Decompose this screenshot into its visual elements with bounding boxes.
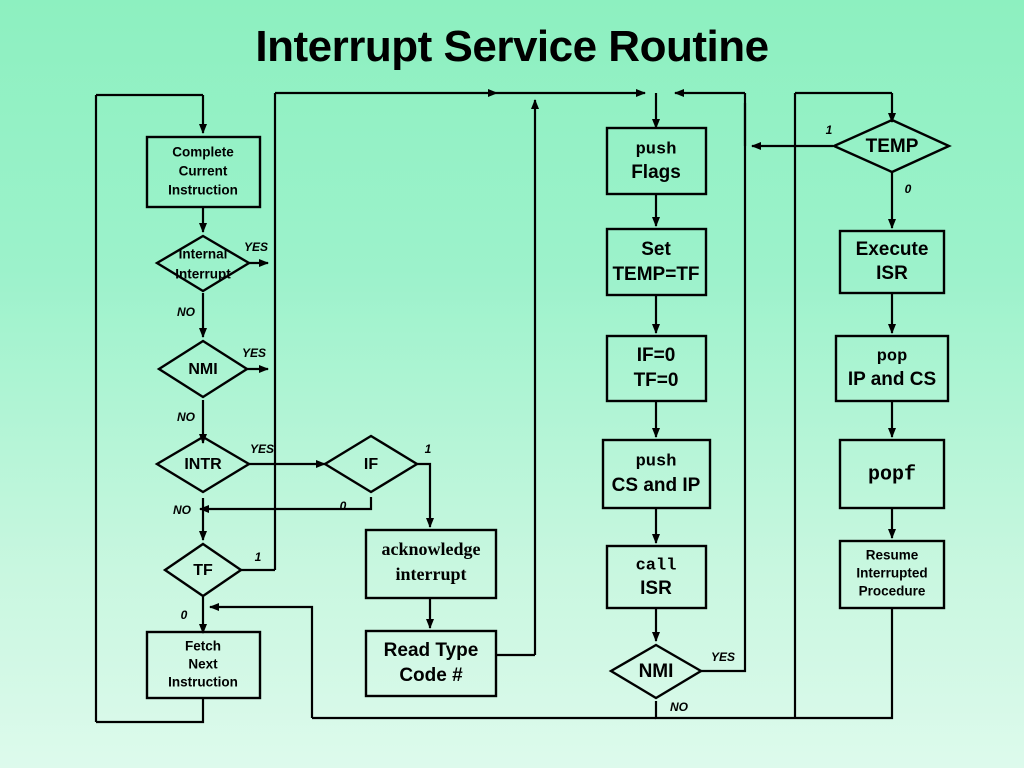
- node-label: ISR: [640, 578, 672, 599]
- node-if-flag[interactable]: IF: [322, 434, 420, 494]
- node-label: IF=0: [637, 345, 676, 366]
- node-set-temp-tf[interactable]: Set TEMP=TF: [605, 227, 708, 297]
- edge-label-nmi-left-no: NO: [177, 410, 196, 424]
- edge-label-internal-no: NO: [177, 305, 196, 319]
- node-label: IF: [364, 456, 378, 473]
- node-read-type-code[interactable]: Read Type Code #: [364, 629, 498, 698]
- node-label: Fetch: [185, 639, 221, 654]
- edge-label-nmi-left-yes: YES: [242, 346, 266, 360]
- node-label: TEMP=TF: [612, 264, 699, 285]
- node-acknowledge-interrupt[interactable]: acknowledge interrupt: [364, 528, 498, 600]
- node-label: call: [636, 556, 677, 575]
- node-fetch-next-instruction[interactable]: Fetch Next Instruction: [145, 630, 262, 700]
- node-label: Set: [641, 239, 671, 260]
- node-execute-isr[interactable]: Execute ISR: [838, 229, 946, 295]
- node-tf-flag[interactable]: TF: [162, 542, 244, 598]
- node-complete-current-instruction[interactable]: Complete Current Instruction: [145, 135, 262, 209]
- node-label: acknowledge: [382, 539, 481, 559]
- node-call-isr[interactable]: call ISR: [605, 544, 708, 610]
- edge-label-intr-yes: YES: [250, 442, 274, 456]
- node-label: Interrupted: [856, 566, 927, 581]
- node-label: Internal: [179, 247, 228, 262]
- edge-label-temp-one: 1: [826, 123, 833, 137]
- node-push-cs-ip[interactable]: push CS and IP: [601, 438, 712, 510]
- node-label: push: [636, 140, 677, 159]
- node-label: popf: [868, 463, 916, 486]
- node-label: Next: [188, 657, 218, 672]
- node-nmi-mid[interactable]: NMI: [608, 643, 704, 700]
- node-label: TF: [193, 562, 213, 579]
- node-label: Resume: [866, 548, 919, 563]
- edge-label-internal-yes: YES: [244, 240, 268, 254]
- node-label: Flags: [631, 162, 681, 183]
- edge-resume-to-bottom: [795, 608, 894, 720]
- node-label: Current: [179, 164, 228, 179]
- node-clear-if-tf[interactable]: IF=0 TF=0: [605, 334, 708, 403]
- node-label: TEMP: [866, 136, 919, 157]
- node-label: TF=0: [634, 370, 679, 391]
- node-pop-ip-cs[interactable]: pop IP and CS: [834, 334, 950, 403]
- node-label: NMI: [188, 361, 217, 378]
- node-label: push: [636, 452, 677, 471]
- node-resume-interrupted[interactable]: Resume Interrupted Procedure: [838, 539, 946, 610]
- node-label: interrupt: [396, 564, 467, 584]
- edge-if-one: [416, 462, 434, 528]
- edge-label-tf-zero: 0: [181, 608, 188, 622]
- edge-label-intr-no: NO: [173, 503, 192, 517]
- flowchart-canvas: Interrupt Service Routine Complete Curre…: [0, 0, 1024, 768]
- node-intr[interactable]: INTR: [154, 435, 252, 494]
- node-label: IP and CS: [848, 369, 936, 390]
- node-label: CS and IP: [612, 475, 701, 496]
- node-nmi-left[interactable]: NMI: [156, 339, 250, 399]
- node-internal-interrupt[interactable]: Internal Interrupt: [154, 234, 252, 293]
- node-popf[interactable]: popf: [838, 438, 946, 510]
- edge-label-temp-zero: 0: [905, 182, 912, 196]
- node-label: Read Type: [384, 640, 479, 661]
- node-push-flags[interactable]: push Flags: [605, 126, 708, 196]
- node-label: Interrupt: [175, 267, 231, 282]
- node-label: Instruction: [168, 675, 238, 690]
- node-label: Code #: [399, 665, 463, 686]
- edge-fetch-return: [96, 697, 205, 724]
- node-label: Execute: [856, 239, 929, 260]
- node-label: pop: [877, 347, 908, 366]
- node-label: Instruction: [168, 183, 238, 198]
- node-label: INTR: [184, 456, 222, 473]
- node-label: NMI: [639, 661, 674, 682]
- node-label: ISR: [876, 263, 908, 284]
- edge-label-if-one: 1: [425, 442, 432, 456]
- edge-label-nmi-mid-yes: YES: [711, 650, 735, 664]
- edge-label-nmi-mid-no: NO: [670, 700, 689, 714]
- edge-label-tf-one: 1: [255, 550, 262, 564]
- flowchart-svg: Complete Current Instruction Internal In…: [94, 89, 952, 724]
- node-label: Procedure: [859, 584, 926, 599]
- node-label: Complete: [172, 145, 234, 160]
- edge-label-if-zero: 0: [340, 499, 347, 513]
- node-temp[interactable]: TEMP: [831, 118, 952, 174]
